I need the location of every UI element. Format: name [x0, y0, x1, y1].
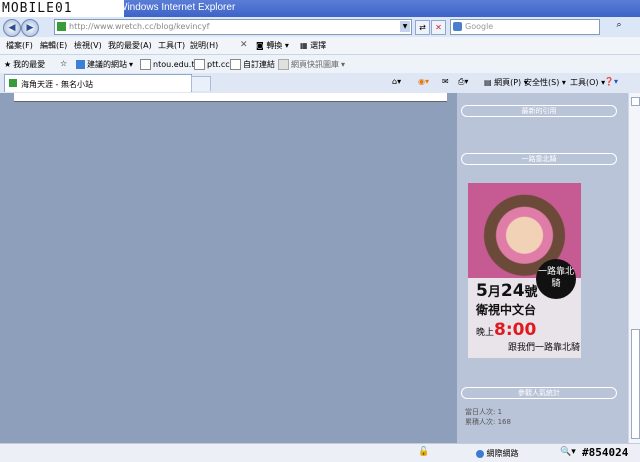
tab-title: 海角天涯 - 無名小站 — [21, 80, 93, 89]
back-icon[interactable]: ◀ — [3, 19, 21, 37]
mail-icon[interactable]: ✉ — [442, 77, 449, 86]
feeds-icon[interactable]: ◉▾ — [418, 77, 429, 86]
stat-today: 當日人次: 1 — [465, 408, 503, 416]
status-bar: 🔓 網際網路 🔍▾ #854024 — [0, 443, 640, 462]
visitor-stats: 當日人次: 1 累積人次: 168 — [465, 407, 511, 427]
page-icon — [9, 79, 17, 87]
globe-icon — [476, 449, 484, 458]
page-content: 最新的引用 一路靠北騎 一路靠北騎 5月24號 衛視中文台 晚上8:00 跟我們… — [0, 93, 628, 443]
ad-logo-stamp: 一路靠北騎 — [536, 259, 576, 299]
ad-date: 5月24號 — [476, 281, 538, 301]
menu-favorites[interactable]: 我的最愛(A) — [108, 40, 152, 51]
menu-file[interactable]: 檔案(F) — [6, 40, 33, 51]
page-menu[interactable]: ▤ 網頁(P) ▾ — [484, 77, 528, 88]
page-icon — [140, 59, 151, 70]
favorites-bar: ★ 我的最愛 ☆ 建議的網站 ▾ ntou.edu.tw ptt.cc 自訂連結 … — [0, 55, 640, 73]
select-button[interactable]: ▦ 選擇 — [300, 40, 326, 51]
help-icon[interactable]: ❓▾ — [604, 77, 618, 86]
section-visitors: 參觀人氣統計 — [461, 387, 617, 399]
search-placeholder: Google — [465, 22, 494, 31]
zoom-icon[interactable]: 🔍▾ — [560, 447, 576, 457]
menu-tools[interactable]: 工具(T) — [158, 40, 185, 51]
title-bar: MOBILE01 Windows Internet Explorer — [0, 0, 640, 18]
refresh-icon[interactable]: ⇄ — [415, 20, 430, 35]
ad-slogan: 跟我們一路靠北騎 — [508, 343, 581, 353]
home-icon[interactable]: ⌂▾ — [392, 77, 401, 86]
new-tab-button[interactable] — [191, 76, 211, 91]
stat-total: 累積人次: 168 — [465, 418, 511, 426]
security-zone: 網際網路 — [476, 448, 519, 459]
post-id-overlay: #854024 — [582, 446, 629, 459]
star-icon: ★ — [4, 60, 12, 69]
ad-time: 晚上8:00 — [476, 320, 537, 340]
add-favorite-icon[interactable]: ☆ — [60, 59, 67, 68]
tab-active[interactable]: 海角天涯 - 無名小站 — [4, 74, 192, 92]
blog-content-edge — [14, 93, 447, 102]
page-icon — [230, 59, 241, 70]
window-title: Windows Internet Explorer — [118, 2, 236, 13]
site-icon — [76, 60, 85, 69]
watermark-logo: MOBILE01 — [0, 0, 124, 18]
ad-channel: 衛視中文台 — [476, 303, 537, 317]
section-bike: 一路靠北騎 — [461, 153, 617, 165]
scroll-up-icon[interactable] — [631, 97, 640, 106]
search-icon[interactable]: ⌕ — [612, 20, 626, 33]
address-bar-row: ◀ ▶ http://www.wretch.cc/blog/kevincyf ▼… — [0, 17, 640, 37]
search-input[interactable]: Google — [450, 19, 600, 35]
page-icon — [194, 59, 205, 70]
scroll-thumb[interactable] — [631, 329, 640, 439]
address-url: http://www.wretch.cc/blog/kevincyf — [69, 22, 210, 31]
print-icon[interactable]: ⎙▾ — [458, 77, 468, 87]
address-dropdown-icon[interactable]: ▼ — [400, 21, 410, 32]
close-icon[interactable]: ✕ — [240, 40, 248, 50]
fav-webslice[interactable]: 網頁快訊圖庫 ▾ — [278, 59, 345, 70]
menu-bar: 檔案(F) 編輯(E) 檢視(V) 我的最愛(A) 工具(T) 說明(H) ✕ … — [0, 37, 640, 55]
fav-suggested[interactable]: 建議的網站 ▾ — [76, 59, 133, 70]
blog-sidebar: 最新的引用 一路靠北騎 一路靠北騎 5月24號 衛視中文台 晚上8:00 跟我們… — [457, 93, 628, 443]
fav-custom-links[interactable]: 自訂連結 — [230, 59, 275, 70]
convert-button[interactable]: ◙ 轉換 ▾ — [256, 40, 289, 51]
forward-icon[interactable]: ▶ — [21, 19, 39, 37]
tab-bar: 海角天涯 - 無名小站 ⌂▾ ◉▾ ✉ ⎙▾ ▤ 網頁(P) ▾ 安全性(S) … — [0, 73, 640, 93]
tools-menu[interactable]: 工具(O) ▾ — [570, 77, 605, 88]
lock-icon: 🔓 — [418, 447, 430, 457]
stop-icon[interactable]: ✕ — [431, 20, 446, 35]
address-field[interactable]: http://www.wretch.cc/blog/kevincyf ▼ — [54, 19, 412, 35]
section-recent-quotes: 最新的引用 — [461, 105, 617, 117]
safety-menu[interactable]: 安全性(S) ▾ — [524, 77, 566, 88]
google-icon — [453, 22, 462, 31]
page-icon — [57, 22, 66, 31]
vertical-scrollbar[interactable] — [628, 93, 640, 443]
menu-help[interactable]: 說明(H) — [190, 40, 218, 51]
menu-view[interactable]: 檢視(V) — [74, 40, 102, 51]
fav-ptt[interactable]: ptt.cc — [194, 59, 230, 70]
menu-edit[interactable]: 編輯(E) — [40, 40, 67, 51]
webslice-icon — [278, 59, 289, 70]
fav-ntou[interactable]: ntou.edu.tw — [140, 59, 201, 70]
tv-ad-banner[interactable]: 一路靠北騎 5月24號 衛視中文台 晚上8:00 跟我們一路靠北騎 — [468, 183, 581, 358]
favorites-button[interactable]: ★ 我的最愛 — [4, 59, 45, 70]
